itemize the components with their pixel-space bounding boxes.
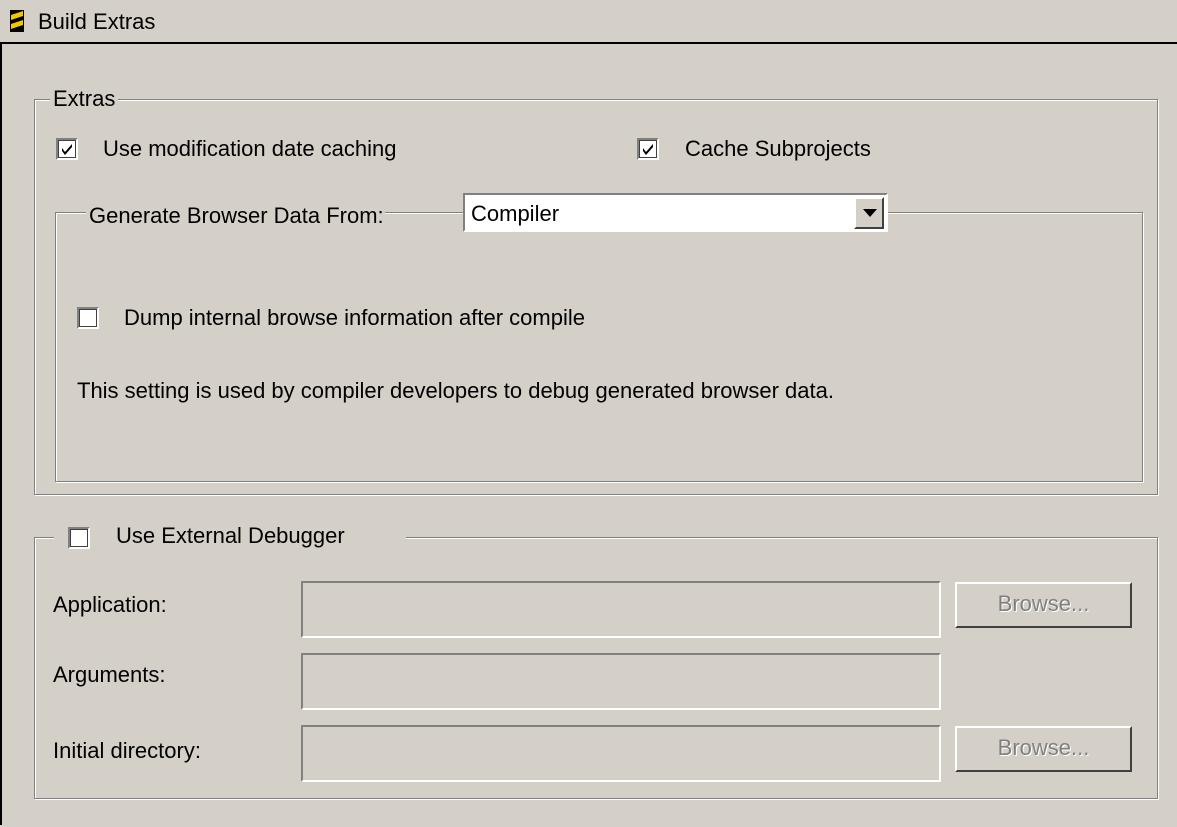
checkmark-icon <box>62 144 72 155</box>
arguments-label: Arguments: <box>53 662 166 687</box>
initial-directory-browse-button[interactable]: Browse... <box>955 726 1132 772</box>
application-label: Application: <box>53 592 167 617</box>
chevron-down-icon <box>863 209 877 217</box>
dump-browse-info-checkbox[interactable] <box>77 307 99 329</box>
use-external-debugger-checkbox[interactable] <box>68 527 90 549</box>
checkmark-icon <box>643 144 653 155</box>
cache-subprojects-label[interactable]: Cache Subprojects <box>685 136 871 162</box>
window-title: Build Extras <box>38 9 156 34</box>
application-input[interactable] <box>301 581 941 638</box>
browser-data-legend: Generate Browser Data From: <box>86 203 385 229</box>
browser-data-group <box>55 212 1143 482</box>
browser-data-source-select[interactable]: Compiler <box>463 193 888 232</box>
build-icon <box>10 10 24 32</box>
use-external-debugger-label[interactable]: Use External Debugger <box>116 523 345 549</box>
extras-group-legend: Extras <box>50 86 119 112</box>
use-mod-date-caching-checkbox[interactable] <box>56 138 78 160</box>
initial-directory-input[interactable] <box>301 725 941 782</box>
browser-data-note: This setting is used by compiler develop… <box>77 378 834 403</box>
title-bar: Build Extras <box>0 0 1177 44</box>
cache-subprojects-checkbox[interactable] <box>637 138 659 160</box>
application-browse-button[interactable]: Browse... <box>955 582 1132 628</box>
dump-browse-info-label[interactable]: Dump internal browse information after c… <box>124 305 585 331</box>
browser-data-source-value: Compiler <box>471 201 560 226</box>
dropdown-button[interactable] <box>854 197 884 229</box>
use-mod-date-caching-label[interactable]: Use modification date caching <box>103 136 397 162</box>
initial-directory-label: Initial directory: <box>53 738 201 763</box>
arguments-input[interactable] <box>301 653 941 710</box>
